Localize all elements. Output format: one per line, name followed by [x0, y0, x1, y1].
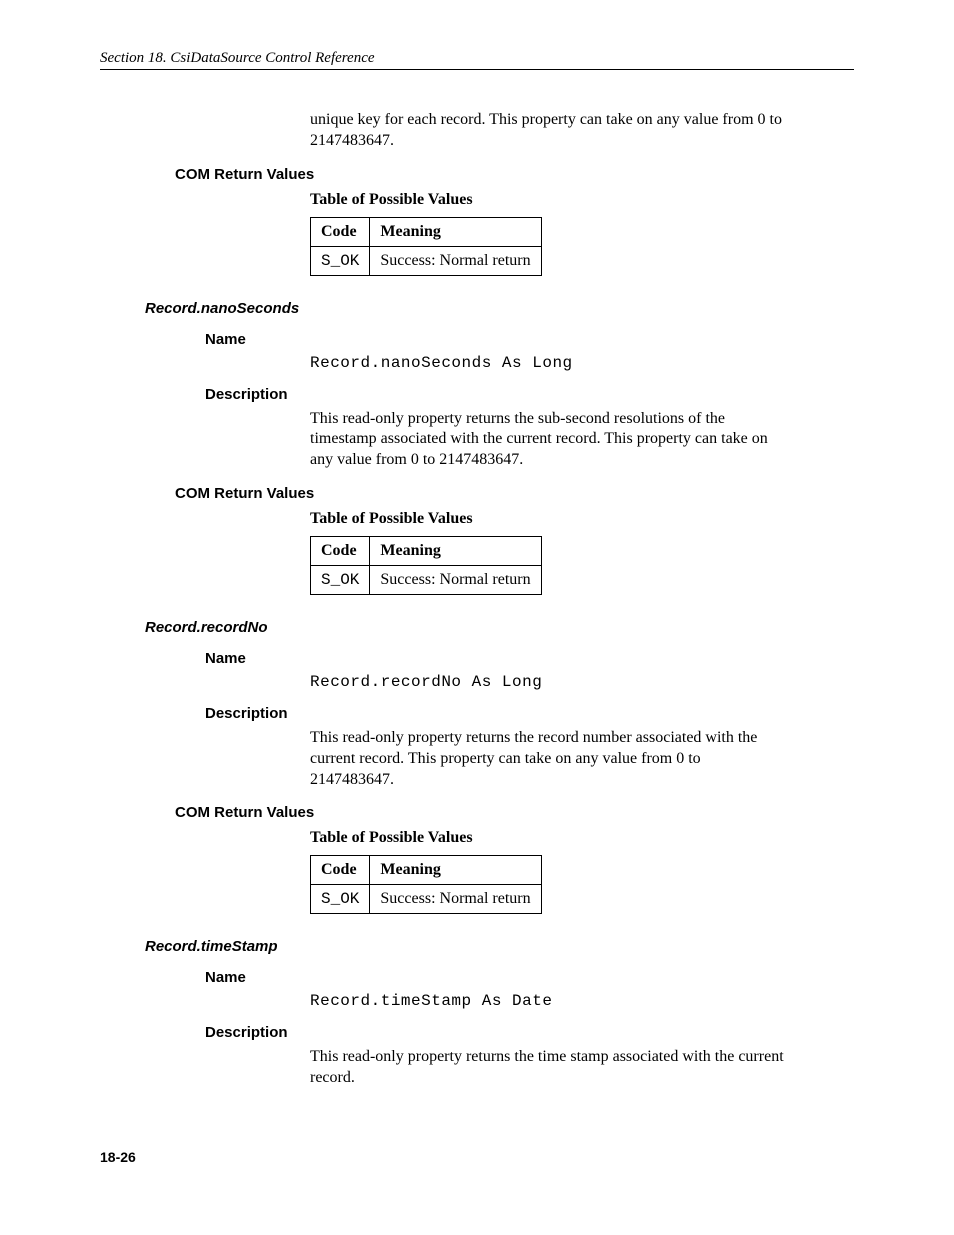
table-caption: Table of Possible Values	[310, 510, 854, 528]
heading-name: Name	[205, 650, 854, 667]
table-row: S_OK Success: Normal return	[311, 885, 542, 914]
th-meaning: Meaning	[370, 217, 541, 246]
page-header: Section 18. CsiDataSource Control Refere…	[100, 50, 854, 67]
heading-com-return-values: COM Return Values	[175, 166, 854, 183]
heading-description: Description	[205, 386, 854, 403]
table-caption: Table of Possible Values	[310, 191, 854, 209]
description-timestamp: This read-only property returns the time…	[310, 1047, 784, 1089]
table-caption: Table of Possible Values	[310, 829, 854, 847]
section-title-nanoseconds: Record.nanoSeconds	[145, 300, 854, 317]
signature-nanoseconds: Record.nanoSeconds As Long	[310, 354, 854, 372]
signature-recordno: Record.recordNo As Long	[310, 673, 854, 691]
section-title-timestamp: Record.timeStamp	[145, 938, 854, 955]
td-meaning: Success: Normal return	[370, 565, 541, 594]
description-nanoseconds: This read-only property returns the sub-…	[310, 409, 784, 471]
table-header-row: Code Meaning	[311, 536, 542, 565]
description-recordno: This read-only property returns the reco…	[310, 728, 784, 790]
table-row: S_OK Success: Normal return	[311, 246, 542, 275]
page-number: 18-26	[100, 1149, 854, 1165]
heading-com-return-values: COM Return Values	[175, 804, 854, 821]
section-title-recordno: Record.recordNo	[145, 619, 854, 636]
th-code: Code	[311, 536, 370, 565]
intro-paragraph: unique key for each record. This propert…	[310, 110, 784, 152]
heading-com-return-values: COM Return Values	[175, 485, 854, 502]
heading-description: Description	[205, 1024, 854, 1041]
heading-name: Name	[205, 331, 854, 348]
th-meaning: Meaning	[370, 856, 541, 885]
table-row: S_OK Success: Normal return	[311, 565, 542, 594]
td-code: S_OK	[311, 565, 370, 594]
th-code: Code	[311, 856, 370, 885]
td-code: S_OK	[311, 246, 370, 275]
table-header-row: Code Meaning	[311, 856, 542, 885]
th-meaning: Meaning	[370, 536, 541, 565]
heading-name: Name	[205, 969, 854, 986]
values-table: Code Meaning S_OK Success: Normal return	[310, 855, 542, 914]
table-header-row: Code Meaning	[311, 217, 542, 246]
signature-timestamp: Record.timeStamp As Date	[310, 992, 854, 1010]
values-table: Code Meaning S_OK Success: Normal return	[310, 536, 542, 595]
heading-description: Description	[205, 705, 854, 722]
values-table: Code Meaning S_OK Success: Normal return	[310, 217, 542, 276]
td-meaning: Success: Normal return	[370, 246, 541, 275]
td-code: S_OK	[311, 885, 370, 914]
td-meaning: Success: Normal return	[370, 885, 541, 914]
th-code: Code	[311, 217, 370, 246]
header-rule	[100, 69, 854, 70]
